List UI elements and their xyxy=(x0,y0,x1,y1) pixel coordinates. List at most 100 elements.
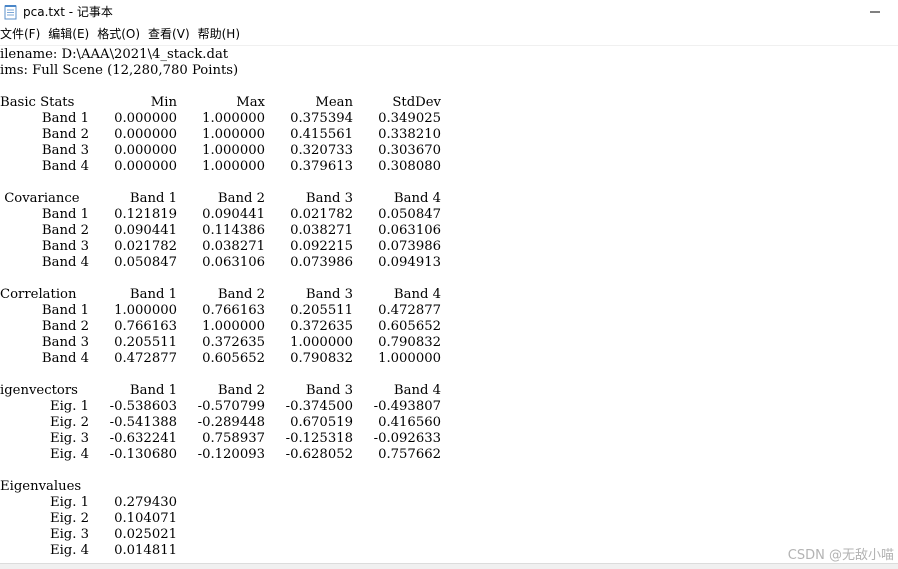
table-row: Band 4 0.050847 0.063106 0.073986 0.094913 xyxy=(0,255,898,271)
cell-value: 0.000000 xyxy=(114,111,177,126)
row-label: Band 4 xyxy=(41,351,89,366)
table-row: Eig. 4 0.014811 xyxy=(0,543,898,559)
column-header: Mean xyxy=(315,95,353,110)
status-strip xyxy=(0,563,898,569)
row-label: Eig. 3 xyxy=(49,431,89,446)
cell-value: -0.092633 xyxy=(373,431,441,446)
cell-value: 0.766163 xyxy=(114,319,177,334)
table-row: Eig. 4 -0.130680 -0.120093 -0.628052 0.75766… xyxy=(0,447,898,463)
section-header: igenvectors Band 1 Band 2 Band 3 Band 4 xyxy=(0,383,898,399)
table-row: Eig. 2 -0.541388 -0.289448 0.670519 0.416560 xyxy=(0,415,898,431)
header-line: ilename: D:\AAA\2021\4_stack.dat xyxy=(0,47,898,63)
table-row: Band 4 0.000000 1.000000 0.379613 0.308080 xyxy=(0,159,898,175)
row-label: Band 4 xyxy=(41,255,89,270)
cell-value: 0.063106 xyxy=(202,255,265,270)
cell-value: 0.090441 xyxy=(202,207,265,222)
cell-value: 0.375394 xyxy=(290,111,353,126)
text-editor-area[interactable]: ilename: D:\AAA\2021\4_stack.dat ims: Ful… xyxy=(0,46,898,563)
row-label: Band 1 xyxy=(41,111,89,126)
cell-value: 0.372635 xyxy=(290,319,353,334)
table-row: Band 3 0.205511 0.372635 1.000000 0.790832 xyxy=(0,335,898,351)
cell-value: 0.605652 xyxy=(202,351,265,366)
window-title: pca.txt - 记事本 xyxy=(23,5,113,19)
cell-value: 0.038271 xyxy=(202,239,265,254)
cell-value: 0.416560 xyxy=(378,415,441,430)
section-header: Correlation Band 1 Band 2 Band 3 Band 4 xyxy=(0,287,898,303)
cell-value: 0.308080 xyxy=(378,159,441,174)
table-row: Eig. 2 0.104071 xyxy=(0,511,898,527)
cell-value: -0.120093 xyxy=(197,447,265,462)
cell-value: 0.050847 xyxy=(114,255,177,270)
cell-value: 0.757662 xyxy=(378,447,441,462)
cell-value: 0.025021 xyxy=(114,527,177,542)
column-header: Band 3 xyxy=(305,383,353,398)
row-label: Eig. 2 xyxy=(49,511,89,526)
table-row: Band 1 0.121819 0.090441 0.021782 0.050847 xyxy=(0,207,898,223)
menu-help[interactable]: 帮助(H) xyxy=(198,24,246,45)
cell-value: 0.092215 xyxy=(290,239,353,254)
menu-bar: 文件(F) 编辑(E) 格式(O) 查看(V) 帮助(H) xyxy=(0,24,898,46)
cell-value: 0.790832 xyxy=(378,335,441,350)
table-row: Band 3 0.021782 0.038271 0.092215 0.073986 xyxy=(0,239,898,255)
column-header: Band 3 xyxy=(305,191,353,206)
section-title: Correlation xyxy=(0,287,77,302)
table-row: Eig. 3 0.025021 xyxy=(0,527,898,543)
menu-edit[interactable]: 编辑(E) xyxy=(48,24,95,45)
cell-value: 1.000000 xyxy=(290,335,353,350)
table-row: Band 1 1.000000 0.766163 0.205511 0.472877 xyxy=(0,303,898,319)
cell-value: -0.130680 xyxy=(109,447,177,462)
menu-file[interactable]: 文件(F) xyxy=(0,24,46,45)
column-header: Band 4 xyxy=(393,287,441,302)
row-label: Eig. 3 xyxy=(49,527,89,542)
cell-value: 0.000000 xyxy=(114,127,177,142)
column-header: Band 3 xyxy=(305,287,353,302)
row-label: Band 1 xyxy=(41,303,89,318)
section-title: Eigenvalues xyxy=(0,479,82,494)
cell-value: -0.289448 xyxy=(197,415,265,430)
cell-value: 0.121819 xyxy=(114,207,177,222)
cell-value: -0.374500 xyxy=(285,399,353,414)
cell-value: 0.021782 xyxy=(290,207,353,222)
cell-value: 0.349025 xyxy=(378,111,441,126)
column-header: Band 1 xyxy=(129,383,177,398)
section-header: Basic Stats Min Max Mean StdDev xyxy=(0,95,898,111)
cell-value: -0.125318 xyxy=(285,431,353,446)
section-title: Basic Stats xyxy=(0,95,75,110)
column-header: Band 4 xyxy=(393,383,441,398)
cell-value: 0.000000 xyxy=(114,143,177,158)
cell-value: 1.000000 xyxy=(202,127,265,142)
cell-value: 0.050847 xyxy=(378,207,441,222)
cell-value: 0.372635 xyxy=(202,335,265,350)
cell-value: 0.605652 xyxy=(378,319,441,334)
cell-value: 0.114386 xyxy=(202,223,265,238)
row-label: Band 2 xyxy=(41,127,89,142)
row-label: Eig. 1 xyxy=(49,495,89,510)
section-header: Covariance Band 1 Band 2 Band 3 Band 4 xyxy=(0,191,898,207)
cell-value: -0.541388 xyxy=(109,415,177,430)
cell-value: 1.000000 xyxy=(378,351,441,366)
cell-value: 0.090441 xyxy=(114,223,177,238)
row-label: Band 2 xyxy=(41,319,89,334)
cell-value: 0.038271 xyxy=(290,223,353,238)
row-label: Band 2 xyxy=(41,223,89,238)
cell-value: 1.000000 xyxy=(114,303,177,318)
row-label: Band 4 xyxy=(41,159,89,174)
cell-value: 0.670519 xyxy=(290,415,353,430)
minimize-button[interactable] xyxy=(852,0,898,24)
cell-value: -0.538603 xyxy=(109,399,177,414)
menu-format[interactable]: 格式(O) xyxy=(97,24,146,45)
cell-value: 0.790832 xyxy=(290,351,353,366)
title-bar[interactable]: pca.txt - 记事本 xyxy=(0,0,898,24)
cell-value: 1.000000 xyxy=(202,319,265,334)
cell-value: 0.000000 xyxy=(114,159,177,174)
cell-value: 1.000000 xyxy=(202,143,265,158)
cell-value: -0.628052 xyxy=(285,447,353,462)
menu-view[interactable]: 查看(V) xyxy=(148,24,196,45)
cell-value: 1.000000 xyxy=(202,159,265,174)
cell-value: 0.073986 xyxy=(290,255,353,270)
cell-value: -0.570799 xyxy=(197,399,265,414)
cell-value: 0.320733 xyxy=(290,143,353,158)
column-header: Band 4 xyxy=(393,191,441,206)
table-row: Eig. 1 -0.538603 -0.570799 -0.374500 -0.4938… xyxy=(0,399,898,415)
table-row: Eig. 3 -0.632241 0.758937 -0.125318 -0.09263… xyxy=(0,431,898,447)
